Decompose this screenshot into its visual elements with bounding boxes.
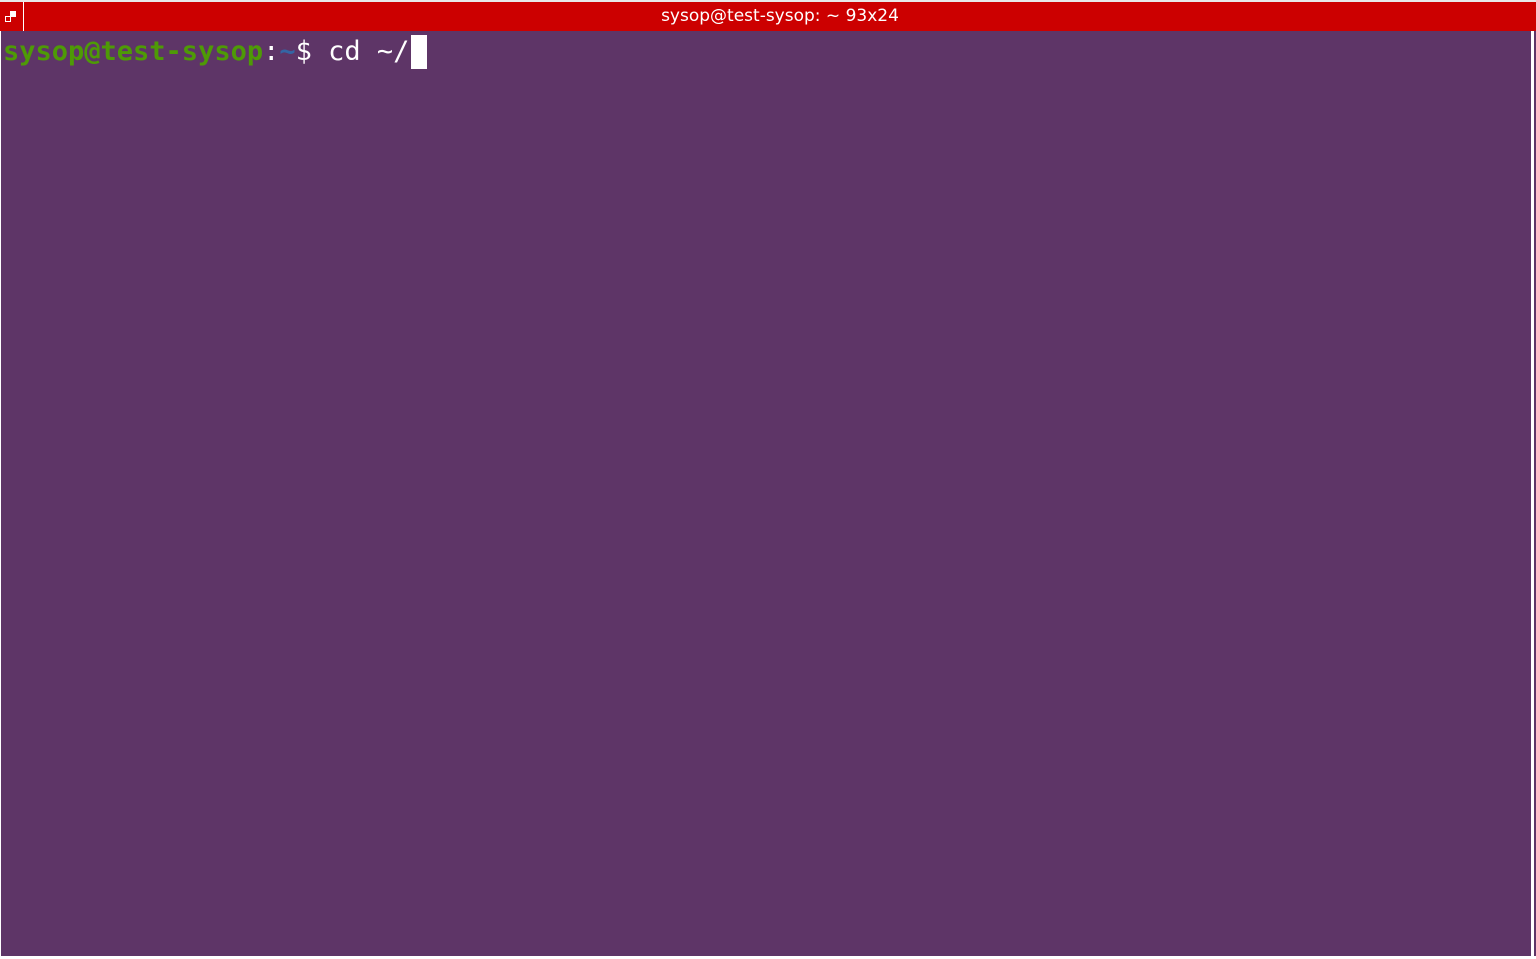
prompt-path: ~ <box>279 36 296 67</box>
window-title: sysop@test-sysop: ~ 93x24 <box>661 6 899 26</box>
prompt-symbol: $ <box>295 36 312 67</box>
command-input[interactable]: cd ~/ <box>312 36 409 67</box>
prompt-separator: : <box>263 36 280 67</box>
terminal-area[interactable]: sysop@test-sysop:~$ cd ~/ <box>1 31 1531 956</box>
title-bar[interactable]: sysop@test-sysop: ~ 93x24 <box>0 0 1536 31</box>
prompt-user-host: sysop@test-sysop <box>3 36 264 67</box>
text-cursor <box>411 35 428 69</box>
window-menu-icon[interactable] <box>0 2 24 31</box>
prompt-line: sysop@test-sysop:~$ cd ~/ <box>3 35 428 69</box>
terminal-window: sysop@test-sysop: ~ 93x24 sysop@test-sys… <box>0 0 1536 959</box>
